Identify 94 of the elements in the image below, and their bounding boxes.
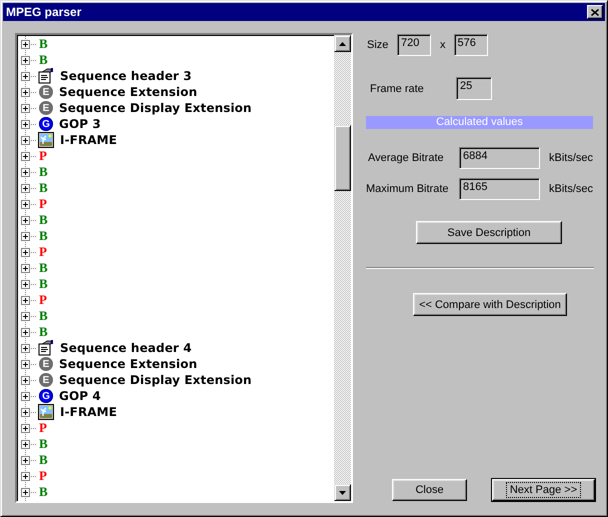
size-separator: x xyxy=(440,39,446,51)
expand-icon[interactable] xyxy=(21,184,30,192)
tree-item-label[interactable]: Sequence Display Extension xyxy=(59,373,252,387)
expand-icon[interactable] xyxy=(21,136,30,144)
close-dialog-button[interactable]: Close xyxy=(392,479,467,501)
tree-item-label[interactable]: Sequence Extension xyxy=(59,85,198,99)
gop-icon: G xyxy=(39,117,53,131)
frame-rate-field[interactable]: 25 xyxy=(456,77,492,100)
scroll-up-button[interactable] xyxy=(334,35,351,52)
average-bitrate-field[interactable]: 6884 xyxy=(459,147,540,169)
expand-icon[interactable] xyxy=(21,408,30,416)
extension-icon: E xyxy=(39,373,53,387)
close-button[interactable] xyxy=(587,5,603,19)
frame-type-label[interactable]: B xyxy=(39,436,48,452)
frame-rate-label: Frame rate xyxy=(370,82,425,94)
gop-icon: G xyxy=(39,389,53,403)
next-page-button[interactable]: Next Page >> xyxy=(492,479,595,501)
expand-icon[interactable] xyxy=(21,328,30,336)
close-icon xyxy=(591,8,599,16)
expand-icon[interactable] xyxy=(21,56,30,64)
expand-icon[interactable] xyxy=(21,216,30,224)
frame-type-label[interactable]: P xyxy=(39,292,47,308)
expand-icon[interactable] xyxy=(21,264,30,272)
frame-type-label[interactable]: P xyxy=(39,244,47,260)
extension-icon: E xyxy=(39,85,53,99)
expand-icon[interactable] xyxy=(21,472,30,480)
width-field[interactable]: 720 xyxy=(397,34,431,56)
expand-icon[interactable] xyxy=(21,376,30,384)
expand-icon[interactable] xyxy=(21,88,30,96)
up-arrow-icon xyxy=(339,42,346,46)
tree-item-label[interactable]: I-FRAME xyxy=(60,133,118,147)
frame-type-label[interactable]: B xyxy=(39,260,48,276)
scrollbar[interactable] xyxy=(334,35,351,501)
expand-icon[interactable] xyxy=(21,152,30,160)
expand-icon[interactable] xyxy=(21,488,30,496)
down-arrow-icon xyxy=(339,490,346,494)
image-icon xyxy=(38,132,54,148)
frame-type-label[interactable]: B xyxy=(39,36,48,52)
expand-icon[interactable] xyxy=(21,168,30,176)
tree-item-label[interactable]: GOP 3 xyxy=(59,117,101,131)
unit-label: kBits/sec xyxy=(549,152,594,164)
expand-icon[interactable] xyxy=(21,280,30,288)
height-field[interactable]: 576 xyxy=(454,34,488,56)
clipboard-icon xyxy=(38,68,54,84)
unit-label: kBits/sec xyxy=(549,183,594,195)
expand-icon[interactable] xyxy=(21,104,30,112)
frame-type-label[interactable]: P xyxy=(39,196,47,212)
expand-icon[interactable] xyxy=(21,40,30,48)
expand-icon[interactable] xyxy=(21,248,30,256)
window-title: MPEG parser xyxy=(6,5,82,19)
size-label: Size xyxy=(367,39,390,51)
image-icon xyxy=(38,404,54,420)
frame-type-label[interactable]: P xyxy=(39,468,47,484)
tree-item-label[interactable]: Sequence header 4 xyxy=(60,341,192,355)
tree-item-label[interactable]: Sequence Display Extension xyxy=(59,101,252,115)
clipboard-icon xyxy=(38,340,54,356)
frame-type-label[interactable]: B xyxy=(39,228,48,244)
frame-type-label[interactable]: B xyxy=(39,180,48,196)
tree-item-label[interactable]: Sequence Extension xyxy=(59,357,198,371)
expand-icon[interactable] xyxy=(21,120,30,128)
compare-button[interactable]: << Compare with Description xyxy=(413,293,567,316)
extension-icon: E xyxy=(39,357,53,371)
extension-icon: E xyxy=(39,101,53,115)
frame-type-label[interactable]: P xyxy=(39,420,47,436)
frame-type-label[interactable]: B xyxy=(39,324,48,340)
expand-icon[interactable] xyxy=(21,440,30,448)
frame-type-label[interactable]: B xyxy=(39,452,48,468)
expand-icon[interactable] xyxy=(21,72,30,80)
tree-item-label[interactable]: GOP 4 xyxy=(59,389,101,403)
expand-icon[interactable] xyxy=(21,456,30,464)
expand-icon[interactable] xyxy=(21,344,30,352)
expand-icon[interactable] xyxy=(21,200,30,208)
frame-type-label[interactable]: B xyxy=(39,212,48,228)
section-header: Calculated values xyxy=(366,116,593,129)
tree-item-label[interactable]: Sequence header 3 xyxy=(60,69,192,83)
tree-item-label[interactable]: I-FRAME xyxy=(60,405,118,419)
expand-icon[interactable] xyxy=(21,312,30,320)
expand-icon[interactable] xyxy=(21,232,30,240)
expand-icon[interactable] xyxy=(21,392,30,400)
save-description-button[interactable]: Save Description xyxy=(416,221,562,244)
frame-type-label[interactable]: P xyxy=(39,148,47,164)
frame-type-label[interactable]: B xyxy=(39,308,48,324)
expand-icon[interactable] xyxy=(21,296,30,304)
maximum-bitrate-field[interactable]: 8165 xyxy=(459,178,540,200)
frame-type-label[interactable]: B xyxy=(39,484,48,500)
average-bitrate-label: Average Bitrate xyxy=(368,152,445,164)
expand-icon[interactable] xyxy=(21,424,30,432)
frame-type-label[interactable]: B xyxy=(39,164,48,180)
frame-type-label[interactable]: B xyxy=(39,276,48,292)
expand-icon[interactable] xyxy=(21,360,30,368)
frame-type-label[interactable]: B xyxy=(39,52,48,68)
maximum-bitrate-label: Maximum Bitrate xyxy=(366,183,450,195)
scroll-down-button[interactable] xyxy=(334,484,351,501)
scroll-thumb[interactable] xyxy=(334,125,351,191)
